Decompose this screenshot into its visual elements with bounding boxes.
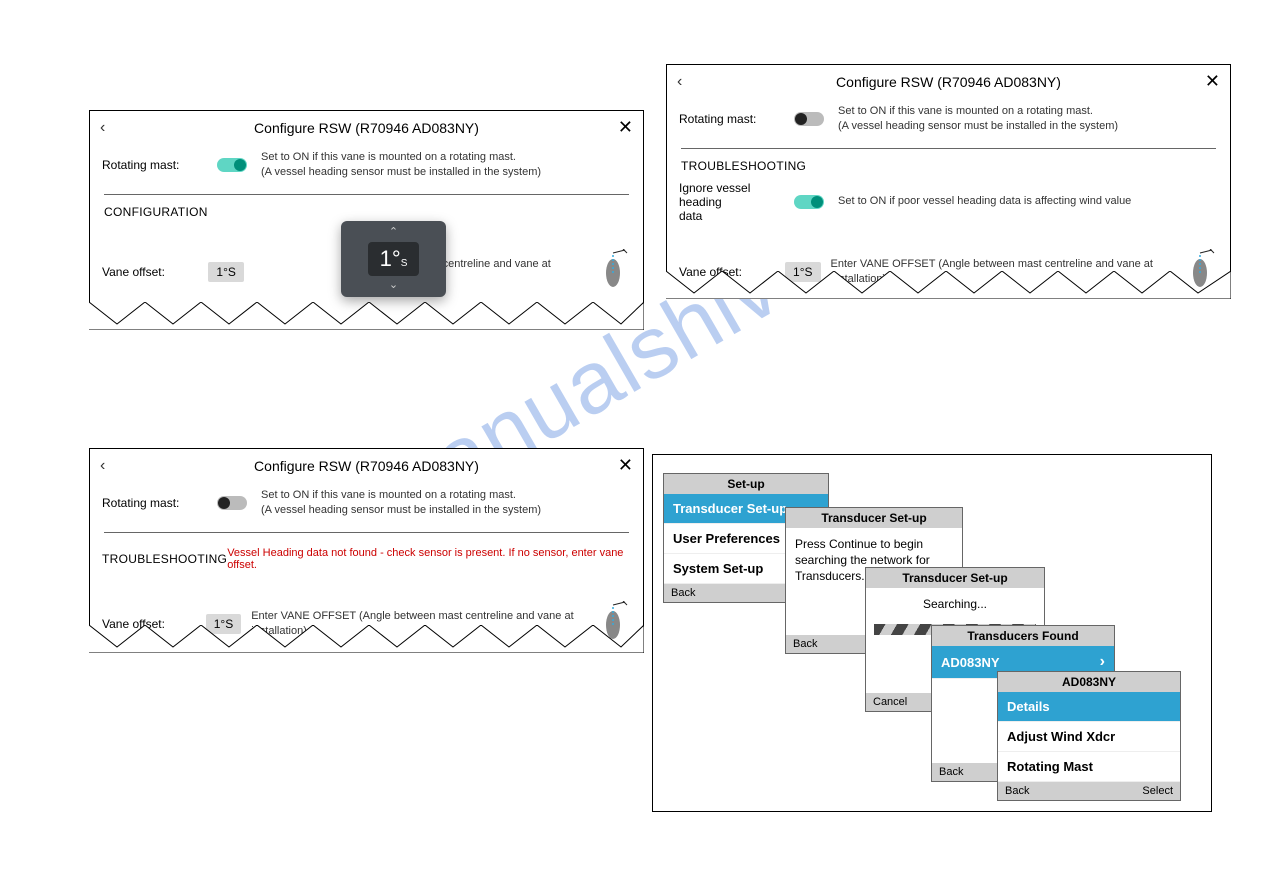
menu-details[interactable]: Details — [998, 692, 1180, 722]
close-icon[interactable]: ✕ — [1202, 71, 1220, 92]
rotating-mast-label: Rotating mast: — [102, 496, 217, 510]
rotating-mast-toggle[interactable] — [794, 112, 824, 126]
panel-config-2: ‹ Configure RSW (R70946 AD083NY) ✕ Rotat… — [666, 64, 1231, 299]
section-troubleshooting: TROUBLESHOOTING — [102, 552, 227, 566]
back-button[interactable]: Back — [793, 638, 817, 650]
chevron-down-icon[interactable]: ⌄ — [389, 280, 398, 291]
dialog-title: Configure RSW (R70946 AD083NY) — [695, 74, 1202, 90]
torn-edge — [89, 625, 644, 653]
rotating-mast-label: Rotating mast: — [102, 158, 217, 172]
panel-config-1: ‹ Configure RSW (R70946 AD083NY) ✕ Rotat… — [89, 110, 644, 330]
card-header: AD083NY — [998, 672, 1180, 692]
back-icon[interactable]: ‹ — [677, 73, 695, 91]
back-icon[interactable]: ‹ — [100, 119, 118, 137]
searching-label: Searching... — [866, 588, 1044, 620]
back-icon[interactable]: ‹ — [100, 457, 118, 475]
torn-edge — [89, 302, 644, 330]
rotating-mast-toggle[interactable] — [217, 158, 247, 172]
back-button[interactable]: Back — [671, 587, 695, 599]
spinner-value: 1°S — [368, 242, 420, 276]
menu-rotating-mast[interactable]: Rotating Mast — [998, 752, 1180, 782]
card-transducer-detail: AD083NY Details Adjust Wind Xdcr Rotatin… — [997, 671, 1181, 801]
vane-offset-label: Vane offset: — [102, 265, 208, 279]
dialog-title: Configure RSW (R70946 AD083NY) — [118, 458, 615, 474]
close-icon[interactable]: ✕ — [615, 455, 633, 476]
chevron-up-icon[interactable]: ⌃ — [389, 227, 398, 238]
back-button[interactable]: Back — [939, 766, 963, 778]
card-header: Transducer Set-up — [786, 508, 962, 528]
dialog-title: Configure RSW (R70946 AD083NY) — [118, 120, 615, 136]
chevron-right-icon: › — [1100, 653, 1105, 671]
card-header: Set-up — [664, 474, 828, 494]
rotating-mast-desc: Set to ON if this vane is mounted on a r… — [261, 150, 541, 180]
menu-adjust-wind[interactable]: Adjust Wind Xdcr — [998, 722, 1180, 752]
section-troubleshooting: TROUBLESHOOTING — [667, 157, 1230, 175]
cancel-button[interactable]: Cancel — [873, 696, 907, 708]
section-configuration: CONFIGURATION — [90, 203, 643, 221]
card-header: Transducer Set-up — [866, 568, 1044, 588]
panel-config-3: ‹ Configure RSW (R70946 AD083NY) ✕ Rotat… — [89, 448, 644, 653]
vane-offset-spinner[interactable]: ⌃ 1°S ⌄ — [341, 221, 446, 297]
rotating-mast-label: Rotating mast: — [679, 112, 794, 126]
vane-offset-value[interactable]: 1°S — [208, 262, 243, 282]
rotating-mast-toggle[interactable] — [217, 496, 247, 510]
torn-edge — [666, 271, 1231, 299]
ignore-heading-toggle[interactable] — [794, 195, 824, 209]
rotating-mast-desc: Set to ON if this vane is mounted on a r… — [261, 488, 541, 518]
select-button[interactable]: Select — [1142, 785, 1173, 797]
rotating-mast-desc: Set to ON if this vane is mounted on a r… — [838, 104, 1118, 134]
ignore-heading-label: Ignore vessel headingdata — [679, 181, 794, 223]
card-header: Transducers Found — [932, 626, 1114, 646]
close-icon[interactable]: ✕ — [615, 117, 633, 138]
panel-i70-flow: Set-up Transducer Set-up User Preference… — [652, 454, 1212, 812]
ignore-heading-desc: Set to ON if poor vessel heading data is… — [838, 194, 1131, 209]
mast-icon — [595, 249, 631, 296]
back-button[interactable]: Back — [1005, 785, 1029, 797]
error-message: Vessel Heading data not found - check se… — [227, 547, 631, 571]
